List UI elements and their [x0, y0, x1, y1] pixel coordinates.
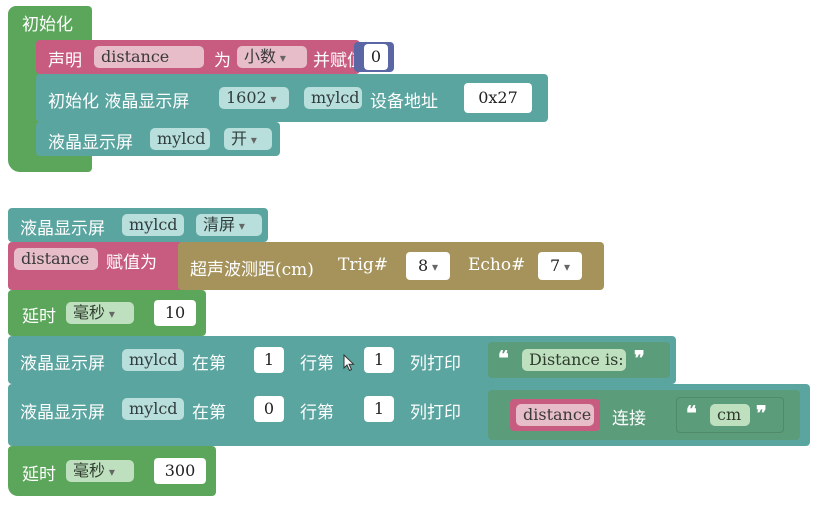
- text-block-1[interactable]: ❝ Distance is: ❞: [488, 342, 670, 378]
- delay-unit-dropdown-2[interactable]: 毫秒: [66, 460, 134, 482]
- var-get-field[interactable]: distance: [516, 404, 594, 426]
- trig-label: Trig#: [338, 255, 389, 275]
- print1-label: 液晶显示屏: [20, 354, 105, 374]
- delay-label-1: 延时: [22, 307, 56, 327]
- delay-unit-dropdown-1[interactable]: 毫秒: [66, 302, 134, 324]
- print1-col-field[interactable]: 1: [364, 347, 394, 373]
- setup-title: 初始化: [22, 15, 73, 35]
- var-name-field[interactable]: distance: [94, 46, 204, 68]
- addr-field[interactable]: 0x27: [464, 83, 532, 113]
- concat-block[interactable]: distance 连接 ❝ cm ❞: [488, 390, 800, 440]
- delay-block-2[interactable]: 延时 毫秒 300: [8, 446, 216, 496]
- concat-label: 连接: [612, 409, 646, 429]
- lcd-state-dropdown[interactable]: 开: [224, 128, 272, 150]
- lcd-model-dropdown[interactable]: 1602: [219, 87, 289, 109]
- lcd-init-label: 初始化 液晶显示屏: [48, 92, 190, 112]
- assign-label: 赋值为: [106, 253, 157, 273]
- text-field-2[interactable]: cm: [710, 404, 750, 426]
- declare-block[interactable]: 声明 distance 为 小数 并赋值: [36, 40, 364, 74]
- lcd-name-field[interactable]: mylcd: [304, 87, 362, 109]
- ultrasonic-label: 超声波测距(cm): [190, 260, 314, 280]
- lcd-clear-block[interactable]: 液晶显示屏 mylcd 清屏: [8, 208, 268, 242]
- as-label: 为: [214, 51, 231, 71]
- open-quote-icon-2: ❝: [686, 401, 697, 425]
- type-dropdown[interactable]: 小数: [237, 46, 307, 68]
- lcd-on-name-field[interactable]: mylcd: [150, 128, 210, 150]
- lcd-clear-action-dropdown[interactable]: 清屏: [196, 214, 262, 236]
- print2-col-field[interactable]: 1: [364, 396, 394, 422]
- echo-label: Echo#: [468, 255, 526, 275]
- echo-dropdown[interactable]: 7: [538, 252, 582, 280]
- assign-block[interactable]: distance 赋值为: [8, 242, 188, 290]
- print1-row-field[interactable]: 1: [254, 347, 284, 373]
- print2-row-field[interactable]: 0: [254, 396, 284, 422]
- assign-var-field[interactable]: distance: [14, 248, 98, 270]
- ultrasonic-block[interactable]: 超声波测距(cm) Trig# 8 Echo# 7: [178, 242, 604, 290]
- lcd-print-block-1[interactable]: 液晶显示屏 mylcd 在第 1 行第 1 列打印 ❝ Distance is:…: [8, 336, 676, 384]
- text-block-2[interactable]: ❝ cm ❞: [676, 397, 784, 433]
- print2-name-field[interactable]: mylcd: [122, 398, 184, 420]
- print2-at-label: 在第: [192, 403, 226, 423]
- lcd-init-block[interactable]: 初始化 液晶显示屏 1602 mylcd 设备地址 0x27: [36, 74, 548, 122]
- print2-row-label: 行第: [300, 403, 334, 423]
- lcd-clear-label: 液晶显示屏: [20, 219, 105, 239]
- delay-value-2[interactable]: 300: [154, 458, 206, 484]
- lcd-on-label: 液晶显示屏: [48, 133, 133, 153]
- var-get-block[interactable]: distance: [510, 399, 600, 431]
- trig-dropdown[interactable]: 8: [406, 252, 450, 280]
- delay-label-2: 延时: [22, 465, 56, 485]
- print1-at-label: 在第: [192, 354, 226, 374]
- print1-name-field[interactable]: mylcd: [122, 349, 184, 371]
- declare-label: 声明: [48, 51, 82, 71]
- lcd-clear-name-field[interactable]: mylcd: [122, 214, 184, 236]
- math-number-block[interactable]: 0: [354, 42, 394, 72]
- print2-label: 液晶显示屏: [20, 403, 105, 423]
- lcd-on-block[interactable]: 液晶显示屏 mylcd 开: [36, 122, 280, 156]
- text-field-1[interactable]: Distance is:: [522, 349, 626, 371]
- addr-label: 设备地址: [370, 92, 438, 112]
- lcd-print-block-2[interactable]: 液晶显示屏 mylcd 在第 0 行第 1 列打印 distance 连接 ❝ …: [8, 384, 810, 446]
- print2-col-label: 列打印: [410, 403, 461, 423]
- print1-col-label: 列打印: [410, 354, 461, 374]
- print1-row-label: 行第: [300, 354, 334, 374]
- close-quote-icon-2: ❞: [756, 401, 767, 425]
- open-quote-icon: ❝: [498, 346, 509, 370]
- init-value[interactable]: 0: [364, 44, 388, 70]
- mouse-cursor-icon: [343, 354, 355, 372]
- close-quote-icon: ❞: [634, 346, 645, 370]
- delay-value-1[interactable]: 10: [154, 300, 196, 326]
- delay-block-1[interactable]: 延时 毫秒 10: [8, 290, 206, 336]
